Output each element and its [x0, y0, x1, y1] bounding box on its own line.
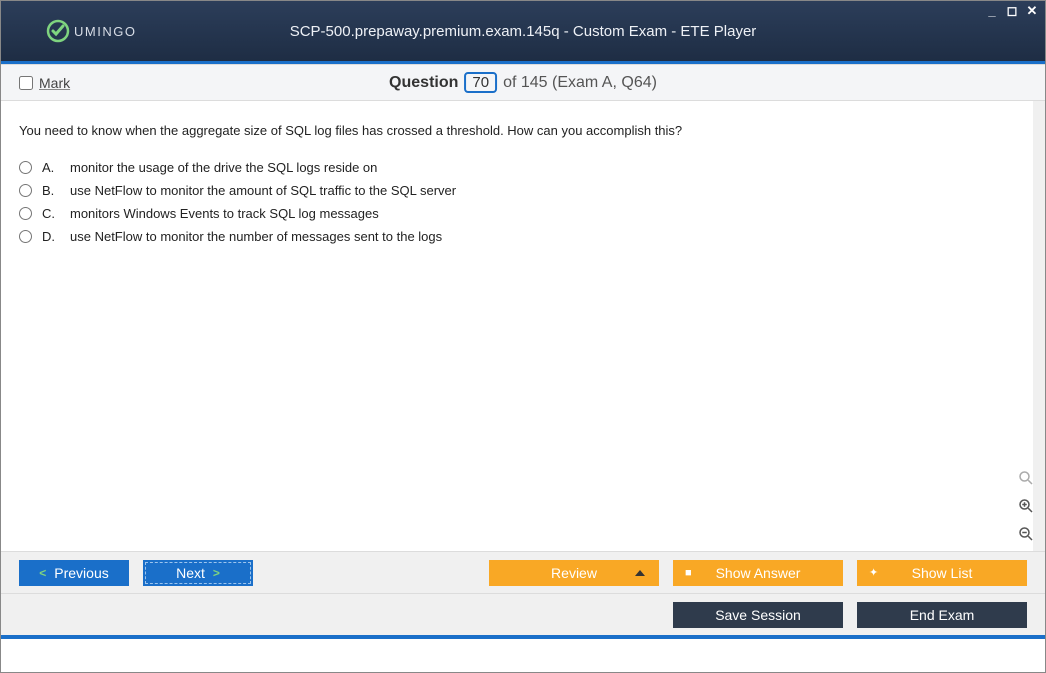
next-label: Next: [176, 565, 205, 581]
show-answer-button[interactable]: ■ Show Answer: [673, 560, 843, 586]
zoom-out-icon[interactable]: [1015, 523, 1037, 545]
end-exam-button[interactable]: End Exam: [857, 602, 1027, 628]
nav-toolbar: < Previous Next > Review ■ Show Answer ✦…: [1, 551, 1045, 593]
answer-option-b[interactable]: B. use NetFlow to monitor the amount of …: [19, 183, 1015, 198]
mark-checkbox-wrap[interactable]: Mark: [19, 75, 70, 91]
answers-list: A. monitor the usage of the drive the SQ…: [19, 160, 1015, 244]
previous-label: Previous: [54, 565, 108, 581]
next-button[interactable]: Next >: [143, 560, 253, 586]
title-bar: UMINGO SCP-500.prepaway.premium.exam.145…: [1, 1, 1045, 61]
review-button[interactable]: Review: [489, 560, 659, 586]
answer-radio[interactable]: [19, 161, 32, 174]
content-area: You need to know when the aggregate size…: [1, 101, 1045, 551]
session-toolbar: Save Session End Exam: [1, 593, 1045, 635]
window-controls: _ ◻ ✕: [985, 3, 1039, 19]
answer-text: use NetFlow to monitor the amount of SQL…: [70, 183, 456, 198]
question-number-box[interactable]: 70: [464, 72, 497, 93]
close-icon[interactable]: ✕: [1025, 3, 1039, 19]
answer-option-d[interactable]: D. use NetFlow to monitor the number of …: [19, 229, 1015, 244]
mark-label: Mark: [39, 75, 70, 91]
square-icon: ■: [685, 567, 692, 579]
answer-letter: C.: [42, 206, 60, 221]
answer-letter: A.: [42, 160, 60, 175]
show-list-button[interactable]: ✦ Show List: [857, 560, 1027, 586]
end-exam-label: End Exam: [910, 607, 975, 623]
answer-radio[interactable]: [19, 184, 32, 197]
answer-letter: D.: [42, 229, 60, 244]
save-session-label: Save Session: [715, 607, 801, 623]
question-of-total: of 145 (Exam A, Q64): [503, 74, 657, 92]
previous-button[interactable]: < Previous: [19, 560, 129, 586]
app-logo: UMINGO: [46, 19, 136, 43]
save-session-button[interactable]: Save Session: [673, 602, 843, 628]
answer-option-a[interactable]: A. monitor the usage of the drive the SQ…: [19, 160, 1015, 175]
chevron-right-icon: >: [213, 566, 220, 580]
maximize-icon[interactable]: ◻: [1005, 3, 1019, 19]
minimize-icon[interactable]: _: [985, 3, 999, 19]
show-list-label: Show List: [912, 565, 973, 581]
mark-checkbox[interactable]: [19, 76, 33, 90]
bottom-blue-bar: [1, 635, 1045, 639]
answer-option-c[interactable]: C. monitors Windows Events to track SQL …: [19, 206, 1015, 221]
zoom-in-icon[interactable]: [1015, 495, 1037, 517]
answer-text: monitor the usage of the drive the SQL l…: [70, 160, 377, 175]
zoom-tools: [1015, 467, 1037, 545]
question-label: Question: [389, 74, 458, 92]
window-title: SCP-500.prepaway.premium.exam.145q - Cus…: [290, 23, 757, 40]
search-zoom-icon[interactable]: [1015, 467, 1037, 489]
logo-text: UMINGO: [74, 24, 136, 39]
answer-radio[interactable]: [19, 230, 32, 243]
question-counter: Question 70 of 145 (Exam A, Q64): [389, 72, 657, 93]
answer-text: use NetFlow to monitor the number of mes…: [70, 229, 442, 244]
question-text: You need to know when the aggregate size…: [19, 123, 1015, 138]
review-label: Review: [551, 565, 597, 581]
answer-radio[interactable]: [19, 207, 32, 220]
chevron-left-icon: <: [39, 566, 46, 580]
answer-text: monitors Windows Events to track SQL log…: [70, 206, 379, 221]
triangle-up-icon: [635, 570, 645, 576]
show-answer-label: Show Answer: [716, 565, 801, 581]
list-icon: ✦: [869, 566, 878, 579]
answer-letter: B.: [42, 183, 60, 198]
checkmark-logo-icon: [46, 19, 70, 43]
question-header: Mark Question 70 of 145 (Exam A, Q64): [1, 65, 1045, 101]
